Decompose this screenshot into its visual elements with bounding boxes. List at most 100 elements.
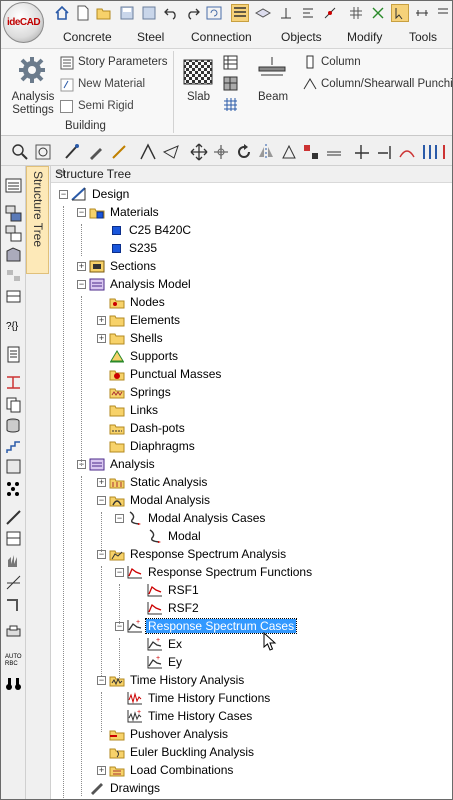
tree-item-supports[interactable]: Supports bbox=[97, 347, 180, 365]
slab-grid-icon[interactable] bbox=[223, 55, 238, 73]
new-file-icon[interactable] bbox=[74, 4, 92, 22]
structure-tree-side-tab[interactable]: Structure Tree bbox=[26, 166, 49, 274]
analysis-settings-button[interactable]: Analysis Settings bbox=[11, 91, 55, 117]
angle-icon[interactable] bbox=[139, 143, 157, 161]
app-logo[interactable]: ideCAD bbox=[3, 2, 44, 43]
tree-item-springs[interactable]: Springs bbox=[97, 383, 173, 401]
offset-icon[interactable] bbox=[325, 143, 343, 161]
tree-item-load-combinations[interactable]: + Load Combinations bbox=[97, 761, 235, 779]
expand-toggle-icon[interactable]: + bbox=[97, 477, 106, 487]
slab-opening-icon[interactable] bbox=[223, 76, 238, 94]
tab-steel[interactable]: Steel bbox=[137, 30, 164, 44]
level-icon[interactable] bbox=[5, 267, 22, 284]
building-3d-icon[interactable] bbox=[5, 246, 22, 263]
layers-icon[interactable] bbox=[254, 4, 272, 22]
tree-item-dashpots[interactable]: Dash-pots bbox=[97, 419, 187, 437]
tree-item-s235[interactable]: S235 bbox=[97, 239, 159, 257]
column-shearwall-button[interactable]: Column/Shearwall Punchi bbox=[321, 78, 452, 90]
redo-icon[interactable] bbox=[184, 4, 202, 22]
pin-icon[interactable]: ⊣ bbox=[55, 166, 452, 179]
save-all-icon[interactable] bbox=[140, 4, 158, 22]
hand-icon[interactable] bbox=[5, 552, 22, 569]
scale-icon[interactable] bbox=[280, 143, 298, 161]
ruler-icon[interactable] bbox=[5, 509, 22, 526]
slab-icon[interactable] bbox=[183, 59, 213, 88]
refresh-icon[interactable] bbox=[205, 4, 223, 22]
undo-icon[interactable] bbox=[162, 4, 180, 22]
dots-icon[interactable] bbox=[5, 480, 22, 497]
tree-item-analysis[interactable]: − Analysis bbox=[77, 455, 157, 473]
pen-icon[interactable] bbox=[87, 143, 105, 161]
tree-item-rsf2[interactable]: RSF2 bbox=[135, 599, 201, 617]
more-icon[interactable] bbox=[434, 4, 452, 22]
print-icon[interactable] bbox=[5, 624, 22, 641]
grid-icon[interactable] bbox=[347, 4, 365, 22]
cursor-snap-icon[interactable] bbox=[391, 4, 409, 22]
rotate-icon[interactable] bbox=[235, 143, 253, 161]
pick-icon[interactable] bbox=[63, 143, 81, 161]
array-icon[interactable] bbox=[302, 143, 320, 161]
tree-item-links[interactable]: Links bbox=[97, 401, 160, 419]
wall-icon[interactable] bbox=[5, 458, 22, 475]
tree-item-modal[interactable]: Modal bbox=[135, 527, 203, 545]
foundation-icon[interactable] bbox=[5, 530, 22, 547]
story-parameters-button[interactable]: Story Parameters bbox=[78, 56, 167, 68]
explode-icon[interactable] bbox=[442, 143, 453, 161]
tree-item-c25[interactable]: C25 B420C bbox=[97, 221, 193, 239]
tree-item-static-analysis[interactable]: + Static Analysis bbox=[97, 473, 209, 491]
tab-objects[interactable]: Objects bbox=[281, 30, 322, 44]
tab-concrete[interactable]: Concrete bbox=[63, 30, 112, 44]
measure-icon[interactable] bbox=[110, 143, 128, 161]
tree-item-drawings[interactable]: Drawings bbox=[77, 779, 162, 797]
expand-toggle-icon[interactable]: + bbox=[97, 315, 106, 325]
new-material-button[interactable]: New Material bbox=[78, 78, 145, 90]
slope-icon[interactable] bbox=[5, 574, 22, 591]
expand-toggle-icon[interactable]: + bbox=[97, 765, 106, 775]
tree-item-analysis-model[interactable]: − Analysis Model bbox=[77, 275, 193, 293]
slab-mesh-icon[interactable] bbox=[223, 97, 238, 115]
dimension-icon[interactable] bbox=[413, 4, 431, 22]
pipe-icon[interactable] bbox=[5, 596, 22, 613]
break-icon[interactable] bbox=[421, 143, 439, 161]
tree-item-design[interactable]: − Design bbox=[59, 185, 131, 203]
collapse-toggle-icon[interactable]: − bbox=[97, 675, 106, 685]
beam-button[interactable]: Beam bbox=[258, 91, 288, 103]
semi-rigid-checkbox[interactable] bbox=[60, 100, 73, 116]
select-icon[interactable] bbox=[162, 143, 180, 161]
column-button[interactable]: Column bbox=[321, 56, 361, 68]
stairs-icon[interactable] bbox=[5, 438, 22, 455]
axis-icon[interactable] bbox=[277, 4, 295, 22]
collapse-toggle-icon[interactable]: − bbox=[97, 495, 106, 505]
elevation-icon[interactable] bbox=[5, 288, 22, 305]
trim-icon[interactable] bbox=[353, 143, 371, 161]
copy-icon[interactable] bbox=[5, 396, 22, 413]
tree-item-sections[interactable]: + Sections bbox=[77, 257, 158, 275]
tree-view-icon[interactable] bbox=[5, 177, 22, 194]
tree-item-time-history-functions[interactable]: Time History Functions bbox=[115, 689, 272, 707]
copy-move-icon[interactable] bbox=[212, 143, 230, 161]
collapse-toggle-icon[interactable]: − bbox=[115, 567, 124, 577]
home-icon[interactable] bbox=[53, 4, 71, 22]
tree-item-punctual-masses[interactable]: Punctual Masses bbox=[97, 365, 223, 383]
tab-modify[interactable]: Modify bbox=[347, 30, 382, 44]
fillet-icon[interactable] bbox=[398, 143, 416, 161]
align-icon[interactable] bbox=[299, 4, 317, 22]
story-copy-icon[interactable] bbox=[5, 225, 22, 242]
auto-rbc-icon[interactable]: AUTORBC bbox=[5, 650, 22, 667]
collapse-toggle-icon[interactable]: − bbox=[77, 279, 86, 289]
tree-item-euler-buckling-analysis[interactable]: Euler Buckling Analysis bbox=[97, 743, 256, 761]
tree-item-nodes[interactable]: Nodes bbox=[97, 293, 167, 311]
zoom-icon[interactable] bbox=[11, 143, 29, 161]
tree-item-diaphragms[interactable]: Diaphragms bbox=[97, 437, 197, 455]
collapse-toggle-icon[interactable]: − bbox=[59, 189, 68, 199]
expand-toggle-icon[interactable]: + bbox=[77, 261, 86, 271]
move-icon[interactable] bbox=[190, 143, 208, 161]
collapse-toggle-icon[interactable]: − bbox=[77, 207, 86, 217]
beam-section-icon[interactable] bbox=[5, 374, 22, 391]
report-icon[interactable] bbox=[5, 346, 22, 363]
mirror-icon[interactable] bbox=[257, 143, 275, 161]
tree-item-pushover-analysis[interactable]: Pushover Analysis bbox=[97, 725, 230, 743]
tab-connection[interactable]: Connection bbox=[191, 30, 252, 44]
binoculars-icon[interactable] bbox=[5, 675, 22, 692]
tree-item-response-spectrum-analysis[interactable]: − Response Spectrum Analysis bbox=[97, 545, 288, 563]
